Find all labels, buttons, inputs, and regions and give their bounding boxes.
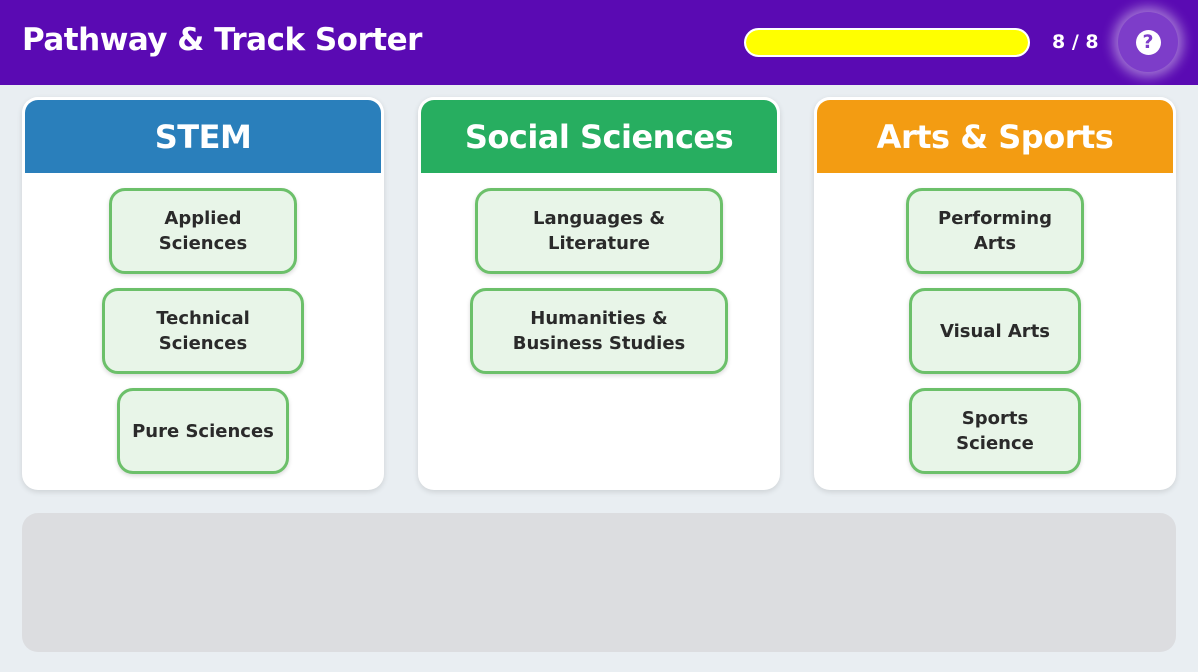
progress-fill (746, 30, 1028, 55)
category-social-sciences[interactable]: Social Sciences Languages & Literature H… (418, 97, 780, 490)
sorted-card[interactable]: Pure Sciences (117, 388, 289, 474)
sorted-card[interactable]: Technical Sciences (102, 288, 304, 374)
category-dropzone-stem[interactable]: Applied Sciences Technical Sciences Pure… (22, 173, 384, 490)
category-dropzone-social-sciences[interactable]: Languages & Literature Humanities & Busi… (418, 173, 780, 490)
progress-count: 8 / 8 (1052, 31, 1099, 53)
sorted-card[interactable]: Visual Arts (909, 288, 1081, 374)
category-header-social-sciences: Social Sciences (418, 97, 780, 173)
card-tray[interactable] (22, 513, 1176, 652)
category-dropzone-arts-sports[interactable]: Performing Arts Visual Arts Sports Scien… (814, 173, 1176, 490)
top-bar: Pathway & Track Sorter 8 / 8 ? (0, 0, 1198, 85)
sorted-card[interactable]: Sports Science (909, 388, 1081, 474)
category-header-stem: STEM (22, 97, 384, 173)
progress-bar (744, 28, 1030, 57)
category-arts-sports[interactable]: Arts & Sports Performing Arts Visual Art… (814, 97, 1176, 490)
app-title: Pathway & Track Sorter (22, 22, 422, 58)
category-stem[interactable]: STEM Applied Sciences Technical Sciences… (22, 97, 384, 490)
sorted-card[interactable]: Applied Sciences (109, 188, 297, 274)
help-button[interactable]: ? (1118, 12, 1178, 72)
sorted-card[interactable]: Languages & Literature (475, 188, 723, 274)
sorted-card[interactable]: Humanities & Business Studies (470, 288, 728, 374)
category-header-arts-sports: Arts & Sports (814, 97, 1176, 173)
question-mark-icon: ? (1135, 29, 1161, 55)
sorted-card[interactable]: Performing Arts (906, 188, 1084, 274)
